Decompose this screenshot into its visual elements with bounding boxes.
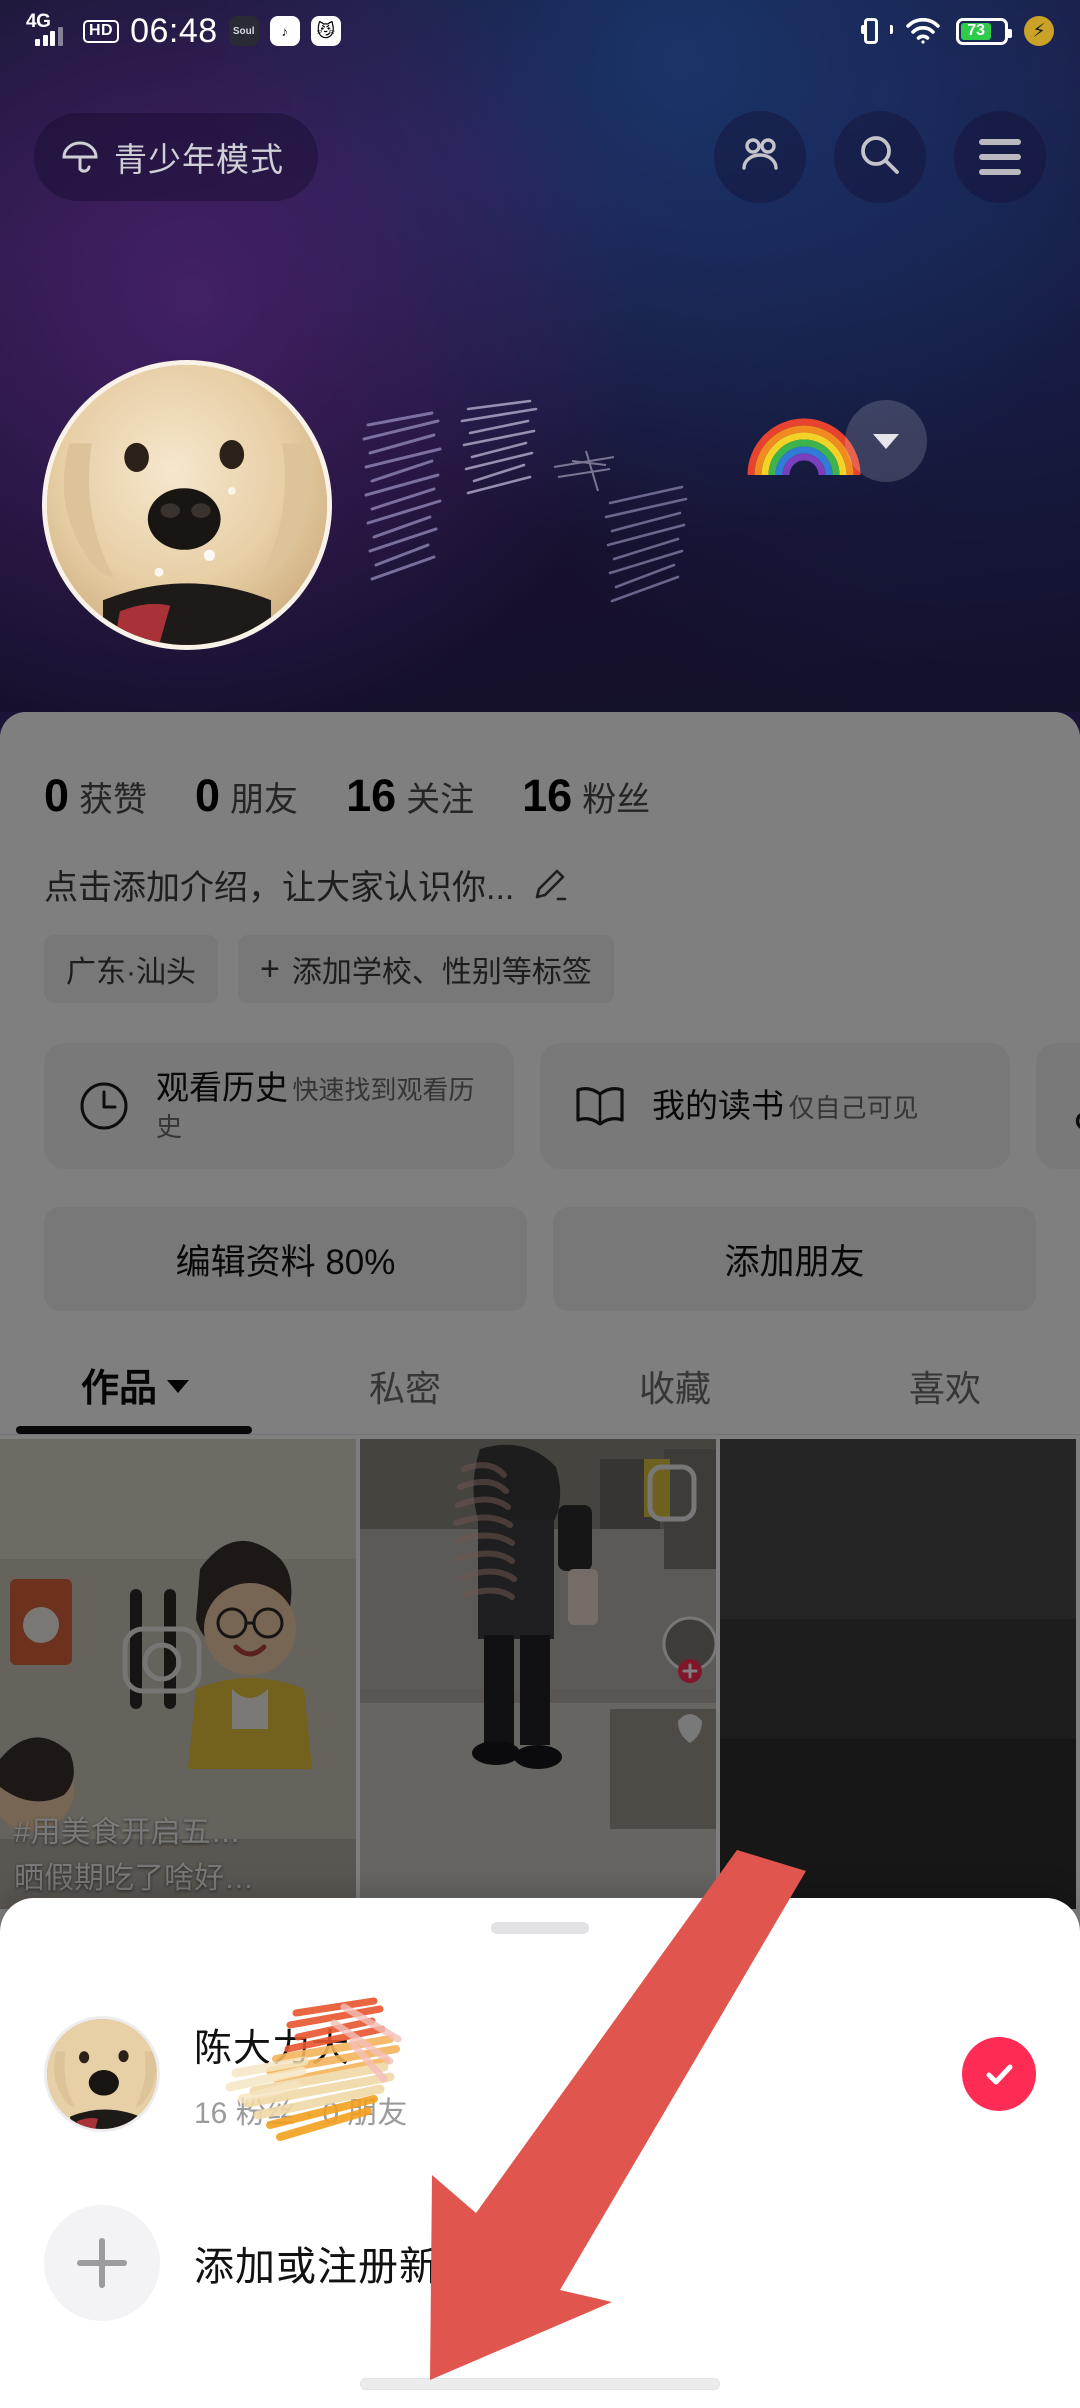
profile-action-buttons: 编辑资料 80% 添加朋友: [0, 1169, 1080, 1311]
profile-tags-row: 广东·汕头 + 添加学校、性别等标签: [0, 909, 1080, 1003]
soul-app-icon: Soul: [228, 16, 259, 46]
video-caption: #用美食开启五…: [14, 1816, 241, 1849]
check-circle-icon: [986, 2064, 1013, 2085]
stat-label: 粉丝: [582, 781, 651, 819]
sheet-drag-handle[interactable]: [491, 1922, 589, 1934]
expand-profile-button[interactable]: [845, 400, 927, 482]
plus-icon: [44, 2205, 160, 2321]
chevron-down-icon: [167, 1380, 189, 1393]
hd-badge: HD: [83, 19, 120, 43]
card-subtitle: 仅自己可见: [788, 1093, 919, 1123]
stat-label: 朋友: [230, 781, 299, 819]
active-tab-underline: [16, 1426, 252, 1434]
search-button[interactable]: [834, 111, 926, 203]
profile-avatar[interactable]: [42, 360, 332, 650]
hamburger-menu-icon: [979, 139, 1021, 175]
stat-value: 16: [346, 770, 397, 821]
add-tags-label: 添加学校、性别等标签: [291, 956, 592, 989]
profile-quick-cards: 观看历史 快速找到观看历史 我的读书 仅自己可见: [0, 1003, 1080, 1169]
book-icon: [570, 1076, 630, 1136]
umbrella-icon: [60, 137, 100, 177]
stat-followers[interactable]: 16 粉丝: [522, 770, 650, 822]
cellular-signal-icon: 4G: [26, 11, 72, 48]
my-music-card[interactable]: [1036, 1043, 1080, 1169]
account-selected-badge: [962, 2037, 1036, 2111]
add-friend-button[interactable]: 添加朋友: [553, 1207, 1036, 1311]
stat-following[interactable]: 16 关注: [346, 770, 474, 822]
status-bar: 4G HD 06:48 Soul ♪ 😼 73 ⚡: [0, 0, 1080, 62]
add-account-row[interactable]: 添加或注册新账号: [0, 2188, 1080, 2338]
bio-row[interactable]: 点击添加介绍，让大家认识你...: [0, 822, 1080, 909]
profile-stats-row: 0 获赞 0 朋友 16 关注 16 粉丝: [0, 712, 1080, 822]
add-account-label: 添加或注册新账号: [194, 2245, 522, 2289]
bio-placeholder: 点击添加介绍，让大家认识你...: [44, 869, 515, 907]
tab-label: 私密: [368, 1368, 441, 1409]
tab-favorites[interactable]: 收藏: [540, 1360, 810, 1434]
menu-button[interactable]: [954, 111, 1046, 203]
battery-icon: 73: [956, 17, 1012, 45]
home-indicator: [360, 2378, 720, 2390]
video-thumb-2[interactable]: [360, 1439, 716, 1909]
plus-icon: +: [260, 950, 280, 988]
battery-percent-label: 73: [967, 22, 986, 39]
cat-app-icon: 😼: [310, 16, 341, 46]
wifi-icon: [906, 17, 940, 44]
pencil-edit-icon[interactable]: [530, 866, 568, 904]
stat-value: 0: [44, 770, 70, 821]
stat-value: 0: [195, 770, 221, 821]
flash-icon: ⚡: [1024, 16, 1054, 46]
watch-history-card[interactable]: 观看历史 快速找到观看历史: [44, 1043, 514, 1169]
stat-label: 获赞: [79, 781, 148, 819]
video-grid: #用美食开启五… 晒假期吃了啥好…: [0, 1435, 1080, 1909]
tab-likes[interactable]: 喜欢: [810, 1360, 1080, 1434]
stat-friends[interactable]: 0 朋友: [195, 770, 298, 822]
music-note-icon: [1066, 1076, 1080, 1136]
stat-likes[interactable]: 0 获赞: [44, 770, 147, 822]
clock-icon: [74, 1076, 134, 1136]
location-tag-label: 广东·汕头: [66, 956, 196, 989]
profile-top-nav: 青少年模式: [0, 96, 1080, 218]
friends-button[interactable]: [714, 111, 806, 203]
tab-label: 喜欢: [908, 1368, 981, 1409]
profile-tabs: 作品 私密 收藏 喜欢: [0, 1311, 1080, 1434]
tab-private[interactable]: 私密: [270, 1360, 540, 1434]
video-caption-2: 晒假期吃了啥好…: [14, 1862, 254, 1895]
search-icon: [857, 132, 903, 183]
douyin-app-icon: ♪: [269, 16, 300, 46]
card-title: 我的读书: [652, 1087, 784, 1124]
chevron-down-icon: [873, 433, 899, 449]
vibrate-icon: [861, 16, 893, 46]
account-row[interactable]: 陈大力大 16 粉丝 · 0 朋友: [0, 1984, 1080, 2164]
teen-mode-button[interactable]: 青少年模式: [34, 113, 318, 201]
stat-value: 16: [522, 770, 573, 821]
card-title: 观看历史: [156, 1068, 288, 1106]
stat-label: 关注: [406, 781, 475, 819]
my-reading-card[interactable]: 我的读书 仅自己可见: [540, 1043, 1010, 1169]
account-avatar: [44, 2016, 160, 2132]
account-switch-sheet: 陈大力大 16 粉丝 · 0 朋友: [0, 1898, 1080, 2408]
edit-profile-button[interactable]: 编辑资料 80%: [44, 1207, 527, 1311]
name-redaction-scribble: [225, 1997, 402, 2141]
video-thumb-3[interactable]: [720, 1439, 1076, 1909]
teen-mode-label: 青少年模式: [114, 141, 284, 178]
phone-screen: 4G HD 06:48 Soul ♪ 😼 73 ⚡ 青少年模式 0 获赞 0 朋…: [0, 0, 1080, 2408]
tab-label: 收藏: [638, 1368, 711, 1409]
location-tag[interactable]: 广东·汕头: [44, 935, 218, 1003]
video-thumb-1[interactable]: #用美食开启五… 晒假期吃了啥好…: [0, 1439, 356, 1909]
add-tags-tag[interactable]: + 添加学校、性别等标签: [238, 935, 614, 1003]
friends-icon: [737, 132, 783, 183]
add-friend-label: 添加朋友: [724, 1242, 865, 1282]
status-bar-clock: 06:48: [130, 12, 218, 50]
redacted-username: [360, 395, 790, 625]
tab-works[interactable]: 作品: [0, 1357, 270, 1434]
tab-label: 作品: [80, 1368, 157, 1410]
edit-profile-label: 编辑资料 80%: [175, 1242, 396, 1282]
